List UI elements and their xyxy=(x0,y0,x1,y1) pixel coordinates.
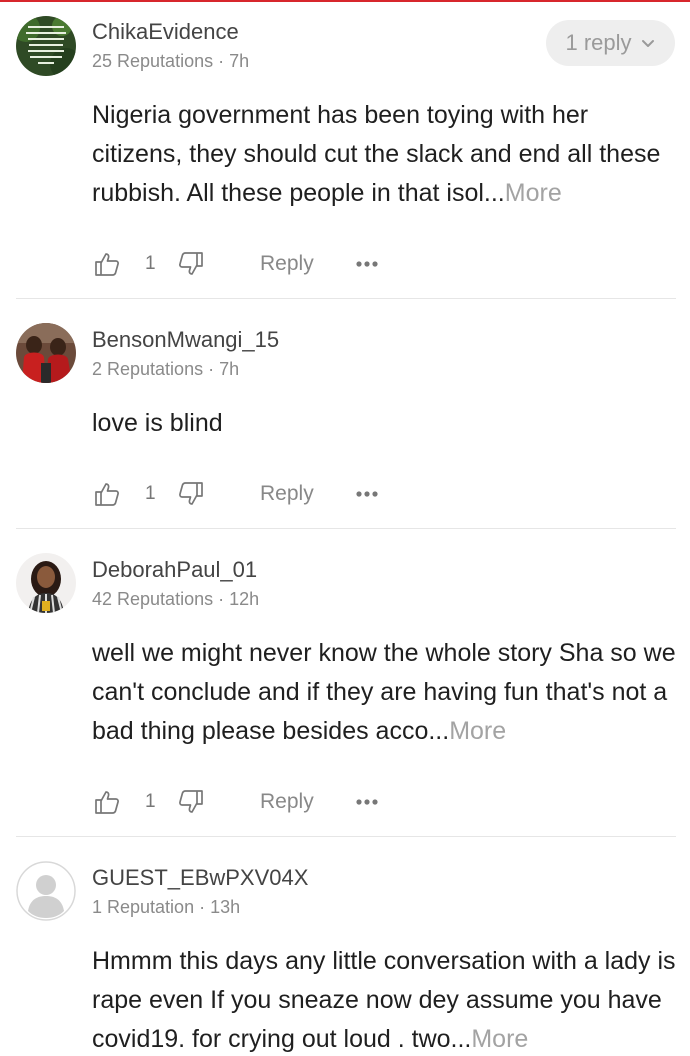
like-button[interactable] xyxy=(92,479,122,509)
comment-actions: 1 Reply xyxy=(92,249,492,279)
more-options-button[interactable] xyxy=(352,249,382,279)
comment-item: ChikaEvidence 25 Reputations · 7h 1 repl… xyxy=(0,0,690,300)
comment-text: well we might never know the whole story… xyxy=(92,634,677,751)
like-button[interactable] xyxy=(92,249,122,279)
view-replies-button[interactable]: 1 reply xyxy=(546,20,675,66)
comment-meta: 42 Reputations · 12h xyxy=(92,589,260,609)
reply-button[interactable]: Reply xyxy=(260,787,314,817)
dislike-button[interactable] xyxy=(176,787,206,817)
view-replies-label: 1 reply xyxy=(565,30,632,55)
comment-text: Hmmm this days any little conversation w… xyxy=(92,942,677,1056)
thumbs-up-icon xyxy=(95,791,119,814)
avatar[interactable] xyxy=(16,553,76,613)
comment-username[interactable]: DeborahPaul_01 xyxy=(92,557,257,583)
comment-username[interactable]: ChikaEvidence xyxy=(92,19,239,45)
avatar-image xyxy=(16,553,76,613)
comment-actions: 1 Reply xyxy=(92,479,492,509)
dislike-button[interactable] xyxy=(176,479,206,509)
reply-button[interactable]: Reply xyxy=(260,249,314,279)
thumbs-down-icon xyxy=(179,482,203,505)
thumbs-up-icon xyxy=(95,483,119,506)
more-options-button[interactable] xyxy=(352,479,382,509)
avatar[interactable] xyxy=(16,16,76,76)
comment-body: love is blind xyxy=(92,409,223,437)
comment-body: Hmmm this days any little conversation w… xyxy=(92,947,676,1053)
comment-text: love is blind xyxy=(92,404,677,443)
more-options-button[interactable] xyxy=(352,787,382,817)
dislike-button[interactable] xyxy=(176,249,206,279)
comment-username[interactable]: GUEST_EBwPXV04X xyxy=(92,865,308,891)
comment-item: DeborahPaul_01 42 Reputations · 12h well… xyxy=(0,530,690,838)
more-link[interactable]: More xyxy=(505,179,562,207)
thumbs-down-icon xyxy=(179,790,203,813)
comment-item: BensonMwangi_15 2 Reputations · 7h love … xyxy=(0,300,690,530)
like-count: 1 xyxy=(145,791,156,812)
like-count: 1 xyxy=(145,483,156,504)
comment-meta: 2 Reputations · 7h xyxy=(92,359,240,379)
divider xyxy=(16,528,676,529)
thumbs-up-icon xyxy=(95,253,119,276)
comment-text: Nigeria government has been toying with … xyxy=(92,96,677,213)
divider xyxy=(16,298,676,299)
more-dots-icon xyxy=(356,261,378,267)
reply-button[interactable]: Reply xyxy=(260,479,314,509)
thumbs-down-icon xyxy=(179,252,203,275)
avatar[interactable] xyxy=(16,323,76,383)
avatar[interactable] xyxy=(16,861,76,921)
comment-body: well we might never know the whole story… xyxy=(92,639,676,745)
avatar-image xyxy=(16,16,76,76)
chevron-down-icon xyxy=(641,40,654,47)
more-link[interactable]: More xyxy=(471,1025,528,1053)
avatar-image xyxy=(16,323,76,383)
default-avatar-icon xyxy=(16,861,76,921)
like-button[interactable] xyxy=(92,787,122,817)
more-link[interactable]: More xyxy=(449,717,506,745)
comment-actions: 1 Reply xyxy=(92,787,492,817)
more-dots-icon xyxy=(356,799,378,805)
comment-meta: 1 Reputation · 13h xyxy=(92,897,241,917)
divider xyxy=(16,836,676,837)
comment-body: Nigeria government has been toying with … xyxy=(92,101,661,207)
comment-meta: 25 Reputations · 7h xyxy=(92,51,250,71)
more-dots-icon xyxy=(356,491,378,497)
comment-item: GUEST_EBwPXV04X 1 Reputation · 13h Hmmm … xyxy=(0,838,690,1056)
comment-username[interactable]: BensonMwangi_15 xyxy=(92,327,279,353)
like-count: 1 xyxy=(145,253,156,274)
